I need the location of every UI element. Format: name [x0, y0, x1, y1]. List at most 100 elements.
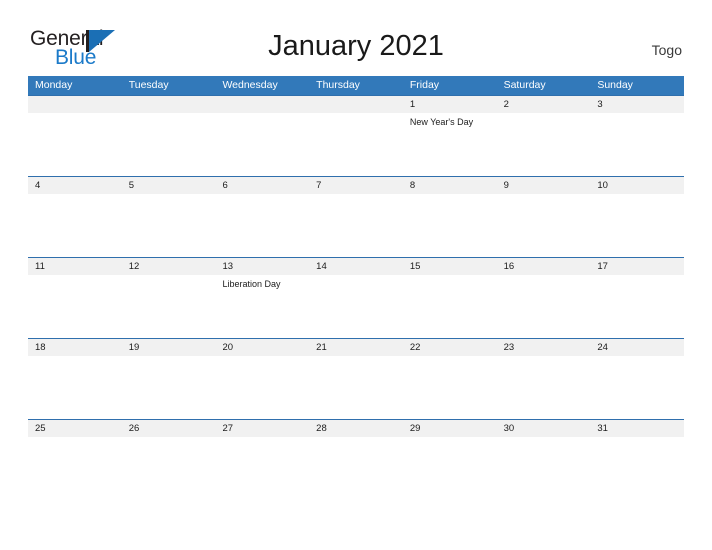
day-number-26[interactable]: 26 [122, 420, 216, 437]
day-cell[interactable] [497, 113, 591, 176]
day-cell[interactable] [122, 437, 216, 500]
day-number-14[interactable]: 14 [309, 258, 403, 275]
day-number-31[interactable]: 31 [590, 420, 684, 437]
day-number-22[interactable]: 22 [403, 339, 497, 356]
calendar-week-row: 11 12 13 14 15 16 17 Liberation Day [28, 257, 684, 338]
day-number-5[interactable]: 5 [122, 177, 216, 194]
day-cell[interactable] [215, 356, 309, 419]
day-cell[interactable] [403, 275, 497, 338]
day-number-15[interactable]: 15 [403, 258, 497, 275]
day-cell[interactable] [590, 356, 684, 419]
day-cell[interactable] [28, 275, 122, 338]
day-number-23[interactable]: 23 [497, 339, 591, 356]
week-event-band [28, 194, 684, 257]
day-number-empty [28, 96, 122, 113]
calendar-grid: Monday Tuesday Wednesday Thursday Friday Satu… [28, 76, 684, 500]
weekday-header-monday: Monday [35, 79, 73, 91]
day-cell[interactable] [215, 113, 309, 176]
day-number-27[interactable]: 27 [215, 420, 309, 437]
week-date-band: 123 [28, 95, 684, 113]
day-cell[interactable]: New Year's Day [403, 113, 497, 176]
day-cell[interactable]: Liberation Day [215, 275, 309, 338]
calendar-weekday-header: Monday Tuesday Wednesday Thursday Friday Satu… [28, 76, 684, 95]
week-event-band [28, 356, 684, 419]
day-number-21[interactable]: 21 [309, 339, 403, 356]
day-cell[interactable] [309, 437, 403, 500]
day-number-24[interactable]: 24 [590, 339, 684, 356]
day-cell[interactable] [28, 437, 122, 500]
day-number-13[interactable]: 13 [215, 258, 309, 275]
day-number-4[interactable]: 4 [28, 177, 122, 194]
day-cell[interactable] [497, 275, 591, 338]
week-date-band: 25 26 27 28 29 30 31 [28, 419, 684, 437]
day-number-3[interactable]: 3 [590, 96, 684, 113]
calendar-week-row: 25 26 27 28 29 30 31 [28, 419, 684, 500]
day-number-11[interactable]: 11 [28, 258, 122, 275]
day-cell[interactable] [590, 437, 684, 500]
day-cell[interactable] [122, 113, 216, 176]
day-cell[interactable] [590, 194, 684, 257]
day-cell[interactable] [122, 356, 216, 419]
day-cell[interactable] [403, 437, 497, 500]
day-cell[interactable] [403, 356, 497, 419]
day-cell[interactable] [403, 194, 497, 257]
day-number-empty [215, 96, 309, 113]
page-title: January 2021 [268, 30, 444, 62]
day-cell[interactable] [28, 194, 122, 257]
day-cell[interactable] [309, 275, 403, 338]
weekday-header-sunday: Sunday [597, 79, 633, 91]
day-number-1[interactable]: 1 [403, 96, 497, 113]
day-number-9[interactable]: 9 [497, 177, 591, 194]
holiday-label: Liberation Day [222, 279, 281, 289]
calendar-country-label: Togo [651, 42, 682, 58]
calendar-week-row: 4 5 6 7 8 9 10 [28, 176, 684, 257]
weekday-header-wednesday: Wednesday [222, 79, 278, 91]
day-number-20[interactable]: 20 [215, 339, 309, 356]
day-number-6[interactable]: 6 [215, 177, 309, 194]
day-number-empty [122, 96, 216, 113]
day-number-19[interactable]: 19 [122, 339, 216, 356]
day-number-8[interactable]: 8 [403, 177, 497, 194]
day-cell[interactable] [497, 356, 591, 419]
day-cell[interactable] [309, 113, 403, 176]
week-date-band: 11 12 13 14 15 16 17 [28, 257, 684, 275]
day-number-12[interactable]: 12 [122, 258, 216, 275]
day-cell[interactable] [28, 356, 122, 419]
week-event-band: New Year's Day [28, 113, 684, 176]
day-number-30[interactable]: 30 [497, 420, 591, 437]
day-number-2[interactable]: 2 [497, 96, 591, 113]
day-cell[interactable] [309, 356, 403, 419]
day-cell[interactable] [215, 437, 309, 500]
day-number-7[interactable]: 7 [309, 177, 403, 194]
day-number-18[interactable]: 18 [28, 339, 122, 356]
holiday-label: New Year's Day [409, 117, 474, 127]
day-cell[interactable] [215, 194, 309, 257]
calendar-week-row: 1 2 3 New Year's Day [28, 95, 684, 176]
week-event-band [28, 437, 684, 500]
day-cell[interactable] [497, 437, 591, 500]
day-number-17[interactable]: 17 [590, 258, 684, 275]
day-cell[interactable] [309, 194, 403, 257]
week-event-band: Liberation Day [28, 275, 684, 338]
day-number-28[interactable]: 28 [309, 420, 403, 437]
day-number-25[interactable]: 25 [28, 420, 122, 437]
day-number-10[interactable]: 10 [590, 177, 684, 194]
day-number-16[interactable]: 16 [497, 258, 591, 275]
day-cell[interactable] [122, 275, 216, 338]
weekday-header-friday: Friday [409, 79, 440, 91]
day-cell[interactable] [497, 194, 591, 257]
calendar-week-row: 18 19 20 21 22 23 24 [28, 338, 684, 419]
day-number-empty [309, 96, 403, 113]
calendar-weeks: 1 2 3 New Year's Day 4 5 6 7 8 9 10 11 12 13 14 15 16 17 L… [28, 95, 684, 500]
week-date-band: 4 5 6 7 8 9 10 [28, 176, 684, 194]
weekday-header-saturday: Saturday [503, 79, 546, 91]
page-header: General Blue January 2021 Togo [0, 0, 712, 74]
day-number-29[interactable]: 29 [403, 420, 497, 437]
day-cell[interactable] [590, 275, 684, 338]
weekday-header-thursday: Thursday [316, 79, 360, 91]
day-cell[interactable] [590, 113, 684, 176]
day-cell[interactable] [28, 113, 122, 176]
day-cell[interactable] [122, 194, 216, 257]
week-date-band: 18 19 20 21 22 23 24 [28, 338, 684, 356]
weekday-header-tuesday: Tuesday [128, 79, 169, 91]
